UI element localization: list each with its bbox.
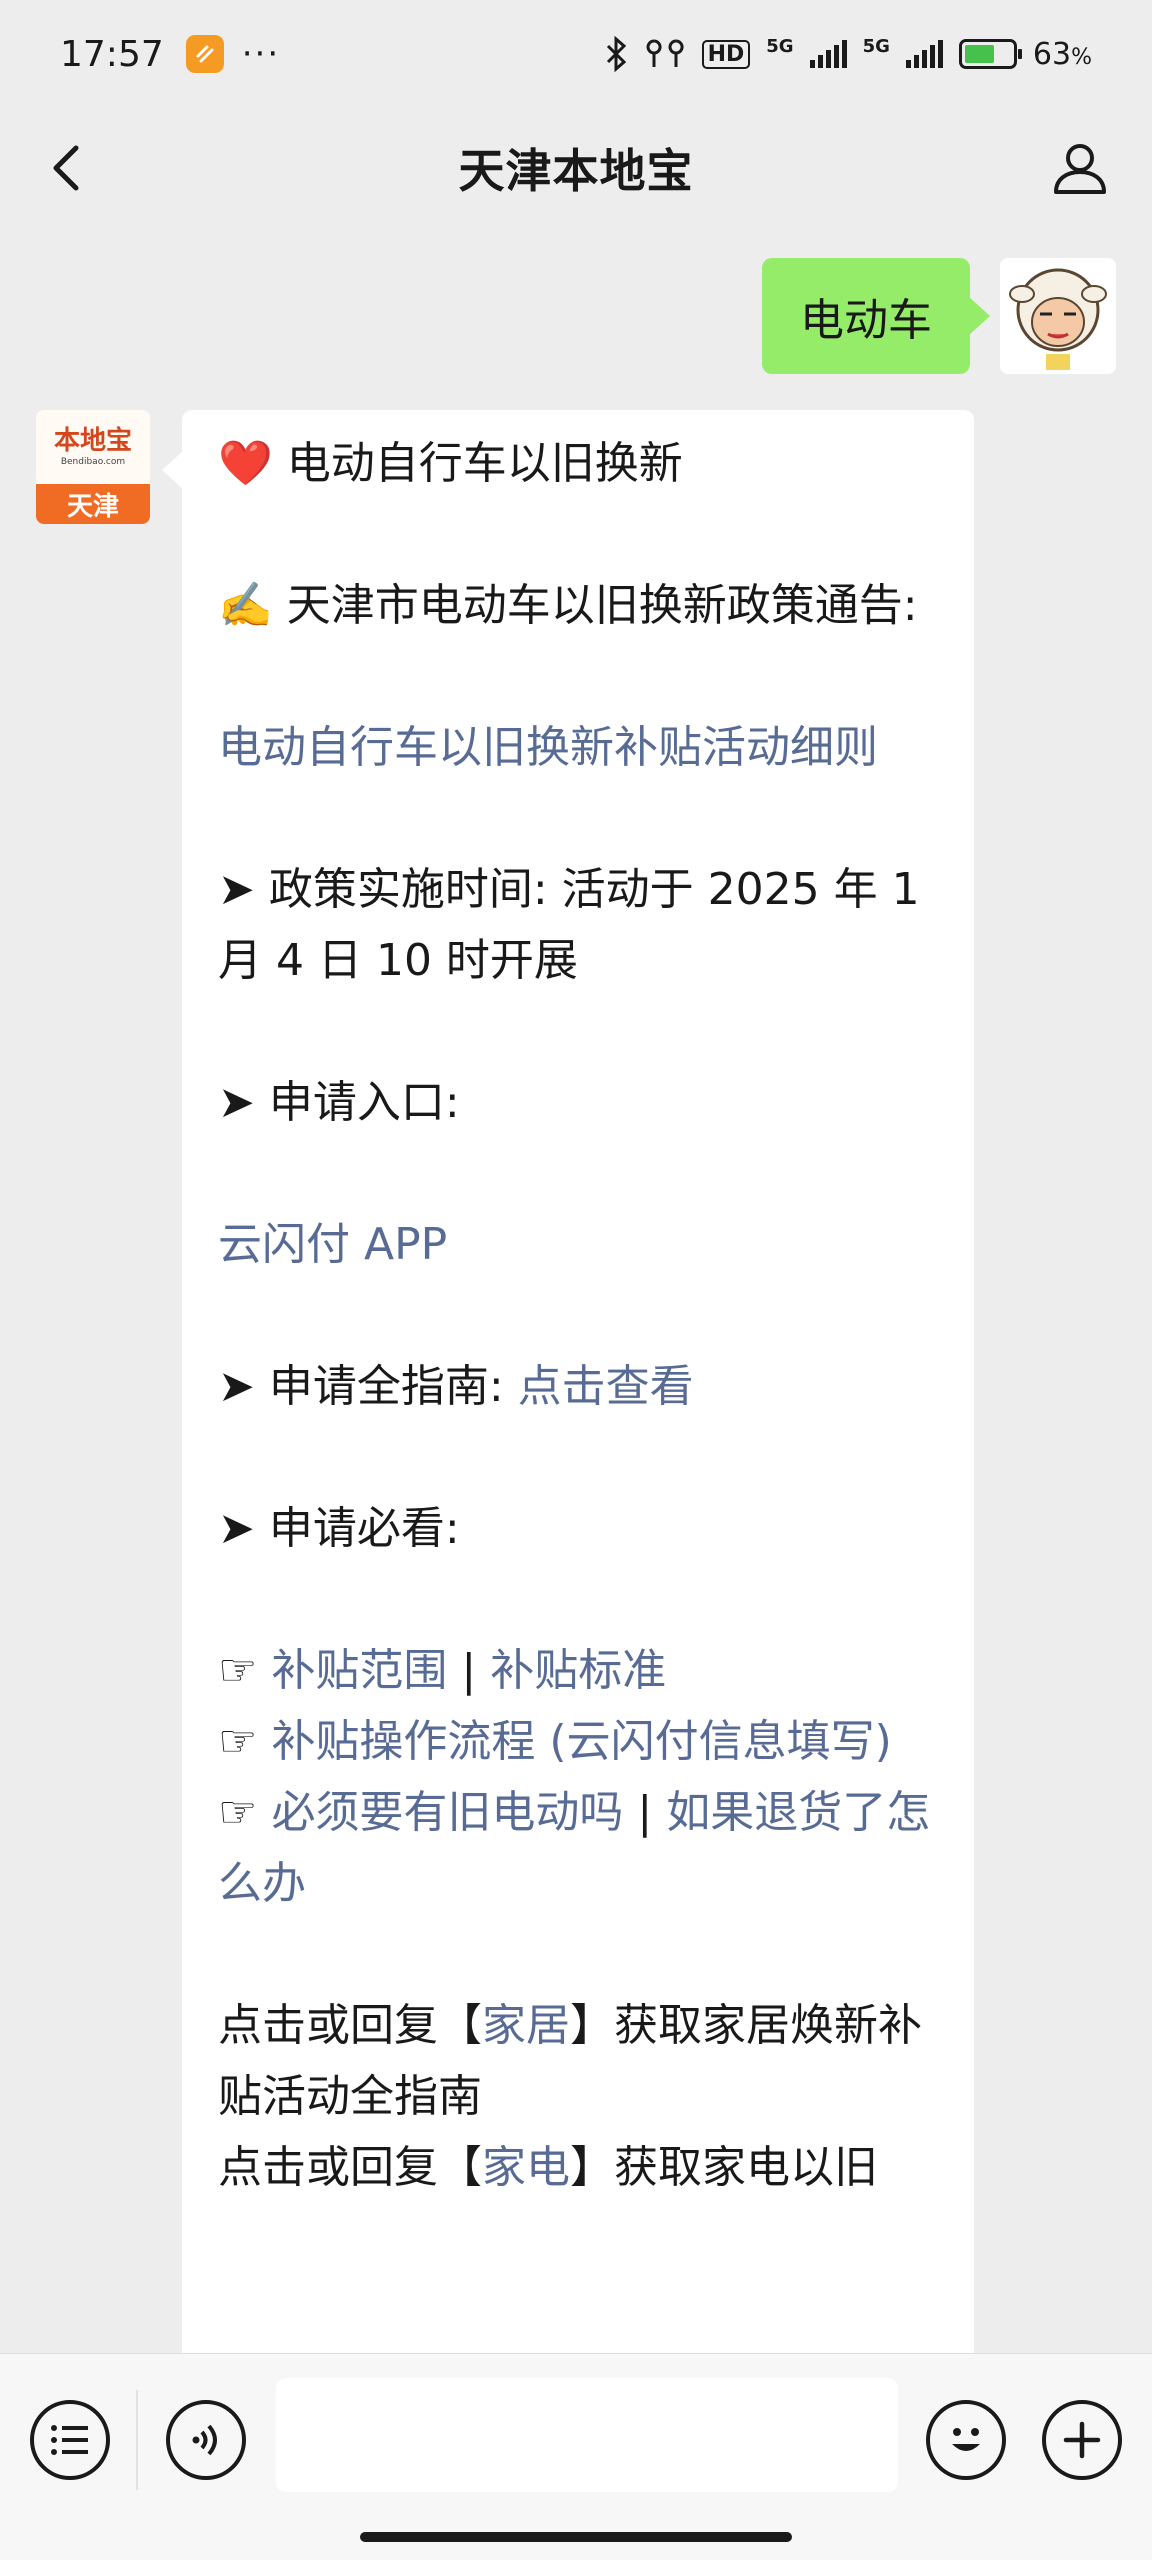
menu-list-icon[interactable] (30, 2400, 110, 2480)
writing-hand-icon: ✍️ (218, 580, 273, 631)
hd-call-badge: HD (701, 39, 751, 69)
arrow-icon: ➤ (218, 864, 255, 915)
input-toolbar (0, 2353, 1152, 2560)
my-avatar[interactable] (1000, 258, 1116, 374)
must-read-label: ➤ 申请必看: (218, 1503, 460, 1554)
faq-line: ☞ 必须要有旧电动吗 | 如果退货了怎么办 (218, 1787, 931, 1909)
home-line: 点击或回复【家居】获取家居焕新补贴活动全指南 (218, 2000, 922, 2122)
signal-icon-1 (809, 40, 847, 68)
profile-icon[interactable] (1048, 136, 1112, 200)
status-time: 17:57 (60, 33, 164, 75)
standard-link[interactable]: 补贴标准 (490, 1645, 666, 1696)
pointing-hand-icon: ☞ (218, 1645, 272, 1696)
rules-link[interactable]: 电动自行车以旧换新补贴活动细则 (218, 722, 878, 773)
guide-line: ➤ 申请全指南: 点击查看 (218, 1361, 694, 1412)
message-heading: ❤️ 电动自行车以旧换新 (218, 438, 683, 489)
chat-header: 天津本地宝 (0, 108, 1152, 228)
signal-icon-2 (905, 40, 943, 68)
avatar-city: 天津 (36, 484, 150, 524)
scope-link[interactable]: 补贴范围 (271, 1645, 447, 1696)
network-type-2: 5G (862, 36, 890, 57)
plus-icon[interactable] (1042, 2400, 1122, 2480)
process-link[interactable]: 补贴操作流程 (云闪付信息填写) (271, 1716, 891, 1767)
network-type-1: 5G (766, 36, 794, 57)
voice-icon[interactable] (166, 2400, 246, 2480)
earbuds-icon (646, 39, 684, 67)
home-indicator[interactable] (360, 2532, 792, 2542)
avatar-url: Bendibao.com (60, 457, 126, 467)
battery-icon (958, 39, 1022, 69)
subsidy-links-line: ☞ 补贴范围 | 补贴标准 (218, 1645, 667, 1696)
incoming-bubble[interactable]: ❤️ 电动自行车以旧换新 ✍️ 天津市电动车以旧换新政策通告: 电动自行车以旧换… (162, 410, 974, 2353)
avatar-brand: 本地宝 (53, 426, 132, 456)
arrow-icon: ➤ (218, 1077, 255, 1128)
outgoing-message-row: 电动车 (762, 258, 1116, 374)
battery-percent: 63% (1032, 36, 1092, 72)
emoji-icon[interactable] (926, 2400, 1006, 2480)
policy-notice: ✍️ 天津市电动车以旧换新政策通告: (218, 580, 918, 631)
pointing-hand-icon: ☞ (218, 1787, 272, 1838)
page-title: 天津本地宝 (458, 144, 694, 198)
bluetooth-icon (606, 36, 626, 72)
back-arrow-icon[interactable] (40, 138, 100, 198)
old-vehicle-link[interactable]: 必须要有旧电动吗 (271, 1787, 623, 1838)
home-keyword-link[interactable]: 家居 (482, 2000, 570, 2051)
message-input[interactable] (276, 2378, 898, 2492)
toolbar-divider (136, 2390, 138, 2490)
unionpay-app-link[interactable]: 云闪付 APP (218, 1219, 447, 1270)
more-notifications-icon: ··· (241, 34, 281, 74)
bendibao-avatar[interactable]: 本地宝 Bendibao.com 天津 (36, 410, 150, 524)
entry-label: ➤ 申请入口: (218, 1077, 460, 1128)
arrow-icon: ➤ (218, 1361, 255, 1412)
app-notification-icon (185, 35, 224, 73)
appliance-line: 点击或回复【家电】获取家电以旧 (218, 2142, 878, 2193)
heart-icon: ❤️ (218, 438, 273, 489)
arrow-icon: ➤ (218, 1503, 255, 1554)
incoming-message-row: 本地宝 Bendibao.com 天津 ❤️ 电动自行车以旧换新 ✍️ 天津市电… (36, 410, 974, 2353)
status-bar: 17:57 ··· HD 5G 5G 63% (0, 0, 1152, 108)
pointing-hand-icon: ☞ (218, 1716, 272, 1767)
policy-time: ➤ 政策实施时间: 活动于 2025 年 1 月 4 日 10 时开展 (218, 864, 920, 986)
guide-link[interactable]: 点击查看 (518, 1361, 694, 1412)
outgoing-bubble[interactable]: 电动车 (762, 258, 990, 374)
chat-area[interactable]: 电动车 本地宝 Bendibao.com 天津 ❤️ 电动自行车以旧换新 ✍️ … (0, 228, 1152, 2353)
appliance-keyword-link[interactable]: 家电 (482, 2142, 570, 2193)
process-line: ☞ 补贴操作流程 (云闪付信息填写) (218, 1706, 938, 1777)
